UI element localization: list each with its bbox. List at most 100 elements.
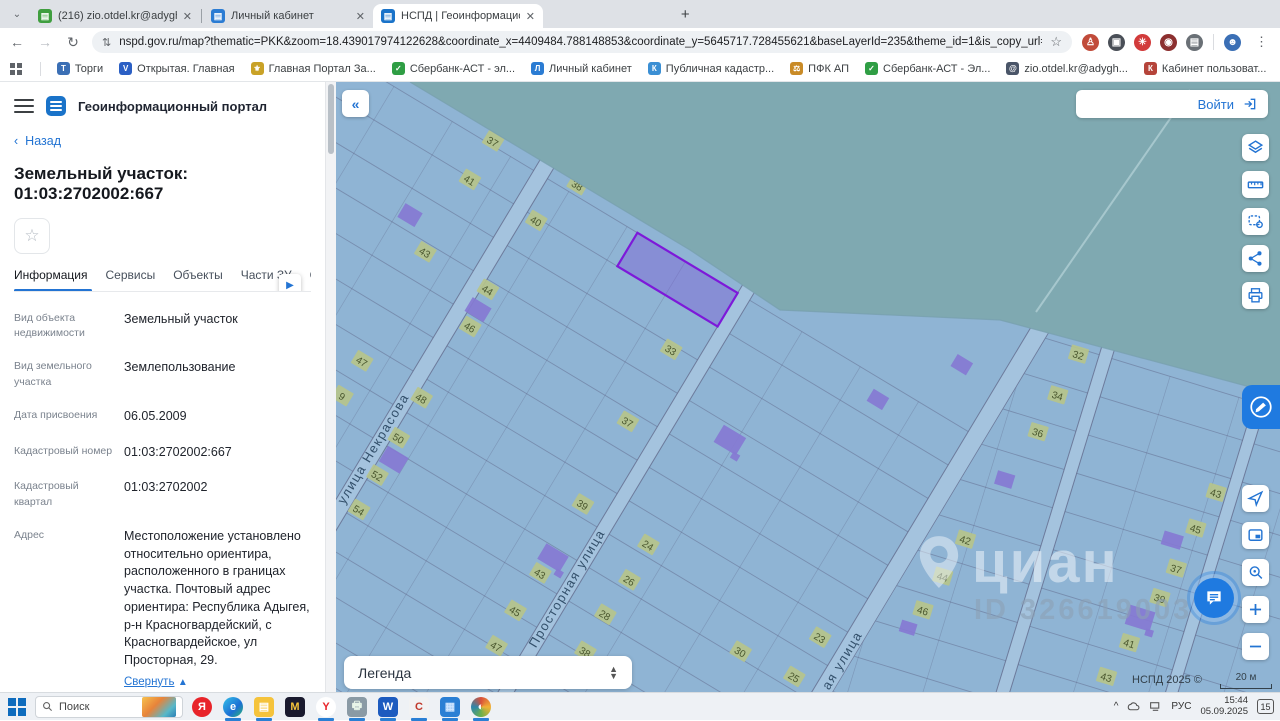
printer-app-icon[interactable]: 🖶 — [345, 695, 369, 719]
browser-tab[interactable]: ▤ Личный кабинет ✕ — [203, 4, 373, 28]
zoom-out-icon — [1246, 637, 1265, 656]
bookmark-item[interactable]: ✓Сбербанк-АСТ - Эл... — [865, 62, 990, 75]
basemap-button[interactable] — [1242, 522, 1269, 549]
bookmark-item[interactable]: КПубличная кадастр... — [648, 62, 774, 75]
tab-1[interactable]: Информация — [14, 268, 87, 282]
scale-bar: 20 м — [1220, 672, 1272, 689]
extension-target[interactable]: ◉ — [1160, 34, 1177, 51]
back-icon[interactable]: ← — [8, 34, 26, 50]
weather-widget-thumbnail[interactable] — [142, 697, 176, 717]
explorer-icon[interactable]: ▤ — [252, 695, 276, 719]
tab-3[interactable]: Объекты — [173, 268, 223, 282]
extension-puzzle[interactable]: ▤ — [1186, 34, 1203, 51]
tab-search-chevron-icon[interactable]: ⌄ — [6, 3, 28, 25]
reload-icon[interactable]: ↻ — [64, 34, 82, 51]
onedrive-icon[interactable] — [1127, 701, 1140, 712]
bookmark-item[interactable]: ТТорги — [57, 62, 103, 75]
profile-avatar[interactable]: ☻ — [1224, 34, 1241, 51]
close-tab-icon[interactable]: ✕ — [356, 10, 365, 23]
cabinet-favicon: ▤ — [211, 9, 225, 23]
feedback-widget-tab[interactable] — [1242, 385, 1280, 429]
tab-5[interactable]: Соста — [310, 268, 311, 282]
bookmark-item[interactable]: ККабинет пользоват... — [1144, 62, 1267, 75]
bookmark-favicon: V — [119, 62, 132, 75]
bookmark-favicon: К — [1144, 62, 1157, 75]
attribute-row: Вид объекта недвижимости Земельный участ… — [14, 302, 311, 350]
browser-tab-bar: ⌄ ▤ (216) zio.otdel.kr@adygheya.g... ✕▤ … — [0, 0, 1280, 28]
miro-icon[interactable]: M — [283, 695, 307, 719]
map-canvas[interactable]: улица НекрасоваПросторная улицаая улица3… — [336, 82, 1280, 692]
print-button[interactable] — [1242, 282, 1269, 309]
attributes-list: Вид объекта недвижимости Земельный участ… — [14, 302, 311, 692]
nspd-logo-icon — [46, 96, 66, 116]
share-button[interactable] — [1242, 245, 1269, 272]
zoom-in-button[interactable] — [1242, 596, 1269, 623]
taskbar-search[interactable]: Поиск — [35, 696, 183, 718]
hidden-icons-chevron[interactable]: ^ — [1114, 701, 1119, 712]
login-button[interactable]: Войти — [1076, 90, 1268, 118]
extension-asterisk[interactable]: ✳ — [1134, 34, 1151, 51]
extension-person[interactable]: ♙ — [1082, 34, 1099, 51]
bookmark-item[interactable]: ЛЛичный кабинет — [531, 62, 632, 75]
collapse-panel-button[interactable]: « — [342, 90, 369, 117]
portal-title: Геоинформационный портал — [78, 99, 267, 114]
select-area-icon — [1246, 212, 1265, 231]
browser-menu-icon[interactable]: ⋮ — [1251, 34, 1272, 50]
network-icon[interactable] — [1149, 701, 1162, 712]
bookmark-item[interactable]: ⚖ПФК АП — [790, 62, 849, 75]
bookmark-favicon: Л — [531, 62, 544, 75]
layers-icon — [1246, 138, 1265, 157]
bookmark-item[interactable]: VОткрытая. Главная — [119, 62, 234, 75]
bookmark-star-icon[interactable]: ☆ — [1050, 34, 1062, 50]
yandex-app-icon[interactable]: Я — [190, 695, 214, 719]
extension-shield[interactable]: ▣ — [1108, 34, 1125, 51]
notifications-badge[interactable]: 15 — [1257, 699, 1274, 714]
clock[interactable]: 15:4405.09.2025 — [1200, 696, 1248, 718]
ruler-button[interactable] — [1242, 171, 1269, 198]
yandex-browser-icon[interactable]: Y — [314, 695, 338, 719]
tab-2[interactable]: Сервисы — [105, 268, 155, 282]
language-indicator[interactable]: РУС — [1171, 701, 1191, 712]
browser-tab[interactable]: ▤ (216) zio.otdel.kr@adygheya.g... ✕ — [30, 4, 200, 28]
back-link[interactable]: ‹ Назад — [14, 134, 311, 148]
close-tab-icon[interactable]: ✕ — [183, 10, 192, 23]
chat-bubble-icon — [1204, 588, 1224, 608]
sidebar-scrollbar[interactable] — [325, 82, 336, 692]
menu-icon[interactable] — [14, 99, 34, 113]
site-settings-icon[interactable]: ⇅ — [102, 36, 111, 49]
address-bar[interactable]: ⇅ nspd.gov.ru/map?thematic=PKK&zoom=18.4… — [92, 31, 1072, 53]
zoom-out-button[interactable] — [1242, 633, 1269, 660]
navigate-icon — [1246, 489, 1265, 508]
word-icon[interactable]: W — [376, 695, 400, 719]
collapse-caret-icon[interactable]: ▲ — [178, 677, 188, 688]
forward-icon[interactable]: → — [36, 34, 54, 50]
edge-icon[interactable]: e — [221, 695, 245, 719]
system-tray: ^ РУС 15:4405.09.2025 15 — [1114, 696, 1274, 718]
favorite-star-button[interactable]: ☆ — [14, 218, 50, 254]
chat-assistant-button[interactable] — [1194, 578, 1234, 618]
collapse-address-link[interactable]: Свернуть — [124, 674, 174, 690]
apps-grid-icon[interactable] — [10, 63, 22, 75]
mail-favicon: ▤ — [38, 9, 52, 23]
tabs-scroll-right-button[interactable]: ▶ — [279, 274, 301, 292]
consultant-icon[interactable]: С — [407, 695, 431, 719]
navigate-button[interactable] — [1242, 485, 1269, 512]
bookmark-favicon: ⚜ — [251, 62, 264, 75]
print-icon — [1246, 286, 1265, 305]
sphere-icon[interactable]: ◐ — [469, 695, 493, 719]
layers-button[interactable] — [1242, 134, 1269, 161]
select-area-button[interactable] — [1242, 208, 1269, 235]
bookmark-item[interactable]: ⚜Главная Портал За... — [251, 62, 376, 75]
close-tab-icon[interactable]: ✕ — [526, 10, 535, 23]
bookmark-item[interactable]: ✓Сбербанк-АСТ - эл... — [392, 62, 515, 75]
blue-tiles-icon[interactable]: ▦ — [438, 695, 462, 719]
start-button[interactable] — [6, 696, 28, 718]
legend-expand-icon: ▲▼ — [609, 666, 618, 680]
browser-tab[interactable]: ▤ НСПД | Геоинформационный ✕ — [373, 4, 543, 28]
bookmark-item[interactable]: @zio.otdel.kr@adygh... — [1006, 62, 1128, 75]
new-tab-button[interactable]: + — [673, 2, 697, 26]
search-location-button[interactable] — [1242, 559, 1269, 586]
panel-tabs: ИнформацияСервисыОбъектыЧасти ЗУСоста▶ — [14, 268, 311, 292]
cadastral-map[interactable]: улица НекрасоваПросторная улицаая улица3… — [336, 82, 1280, 692]
legend-bar[interactable]: Легенда ▲▼ — [344, 656, 632, 689]
